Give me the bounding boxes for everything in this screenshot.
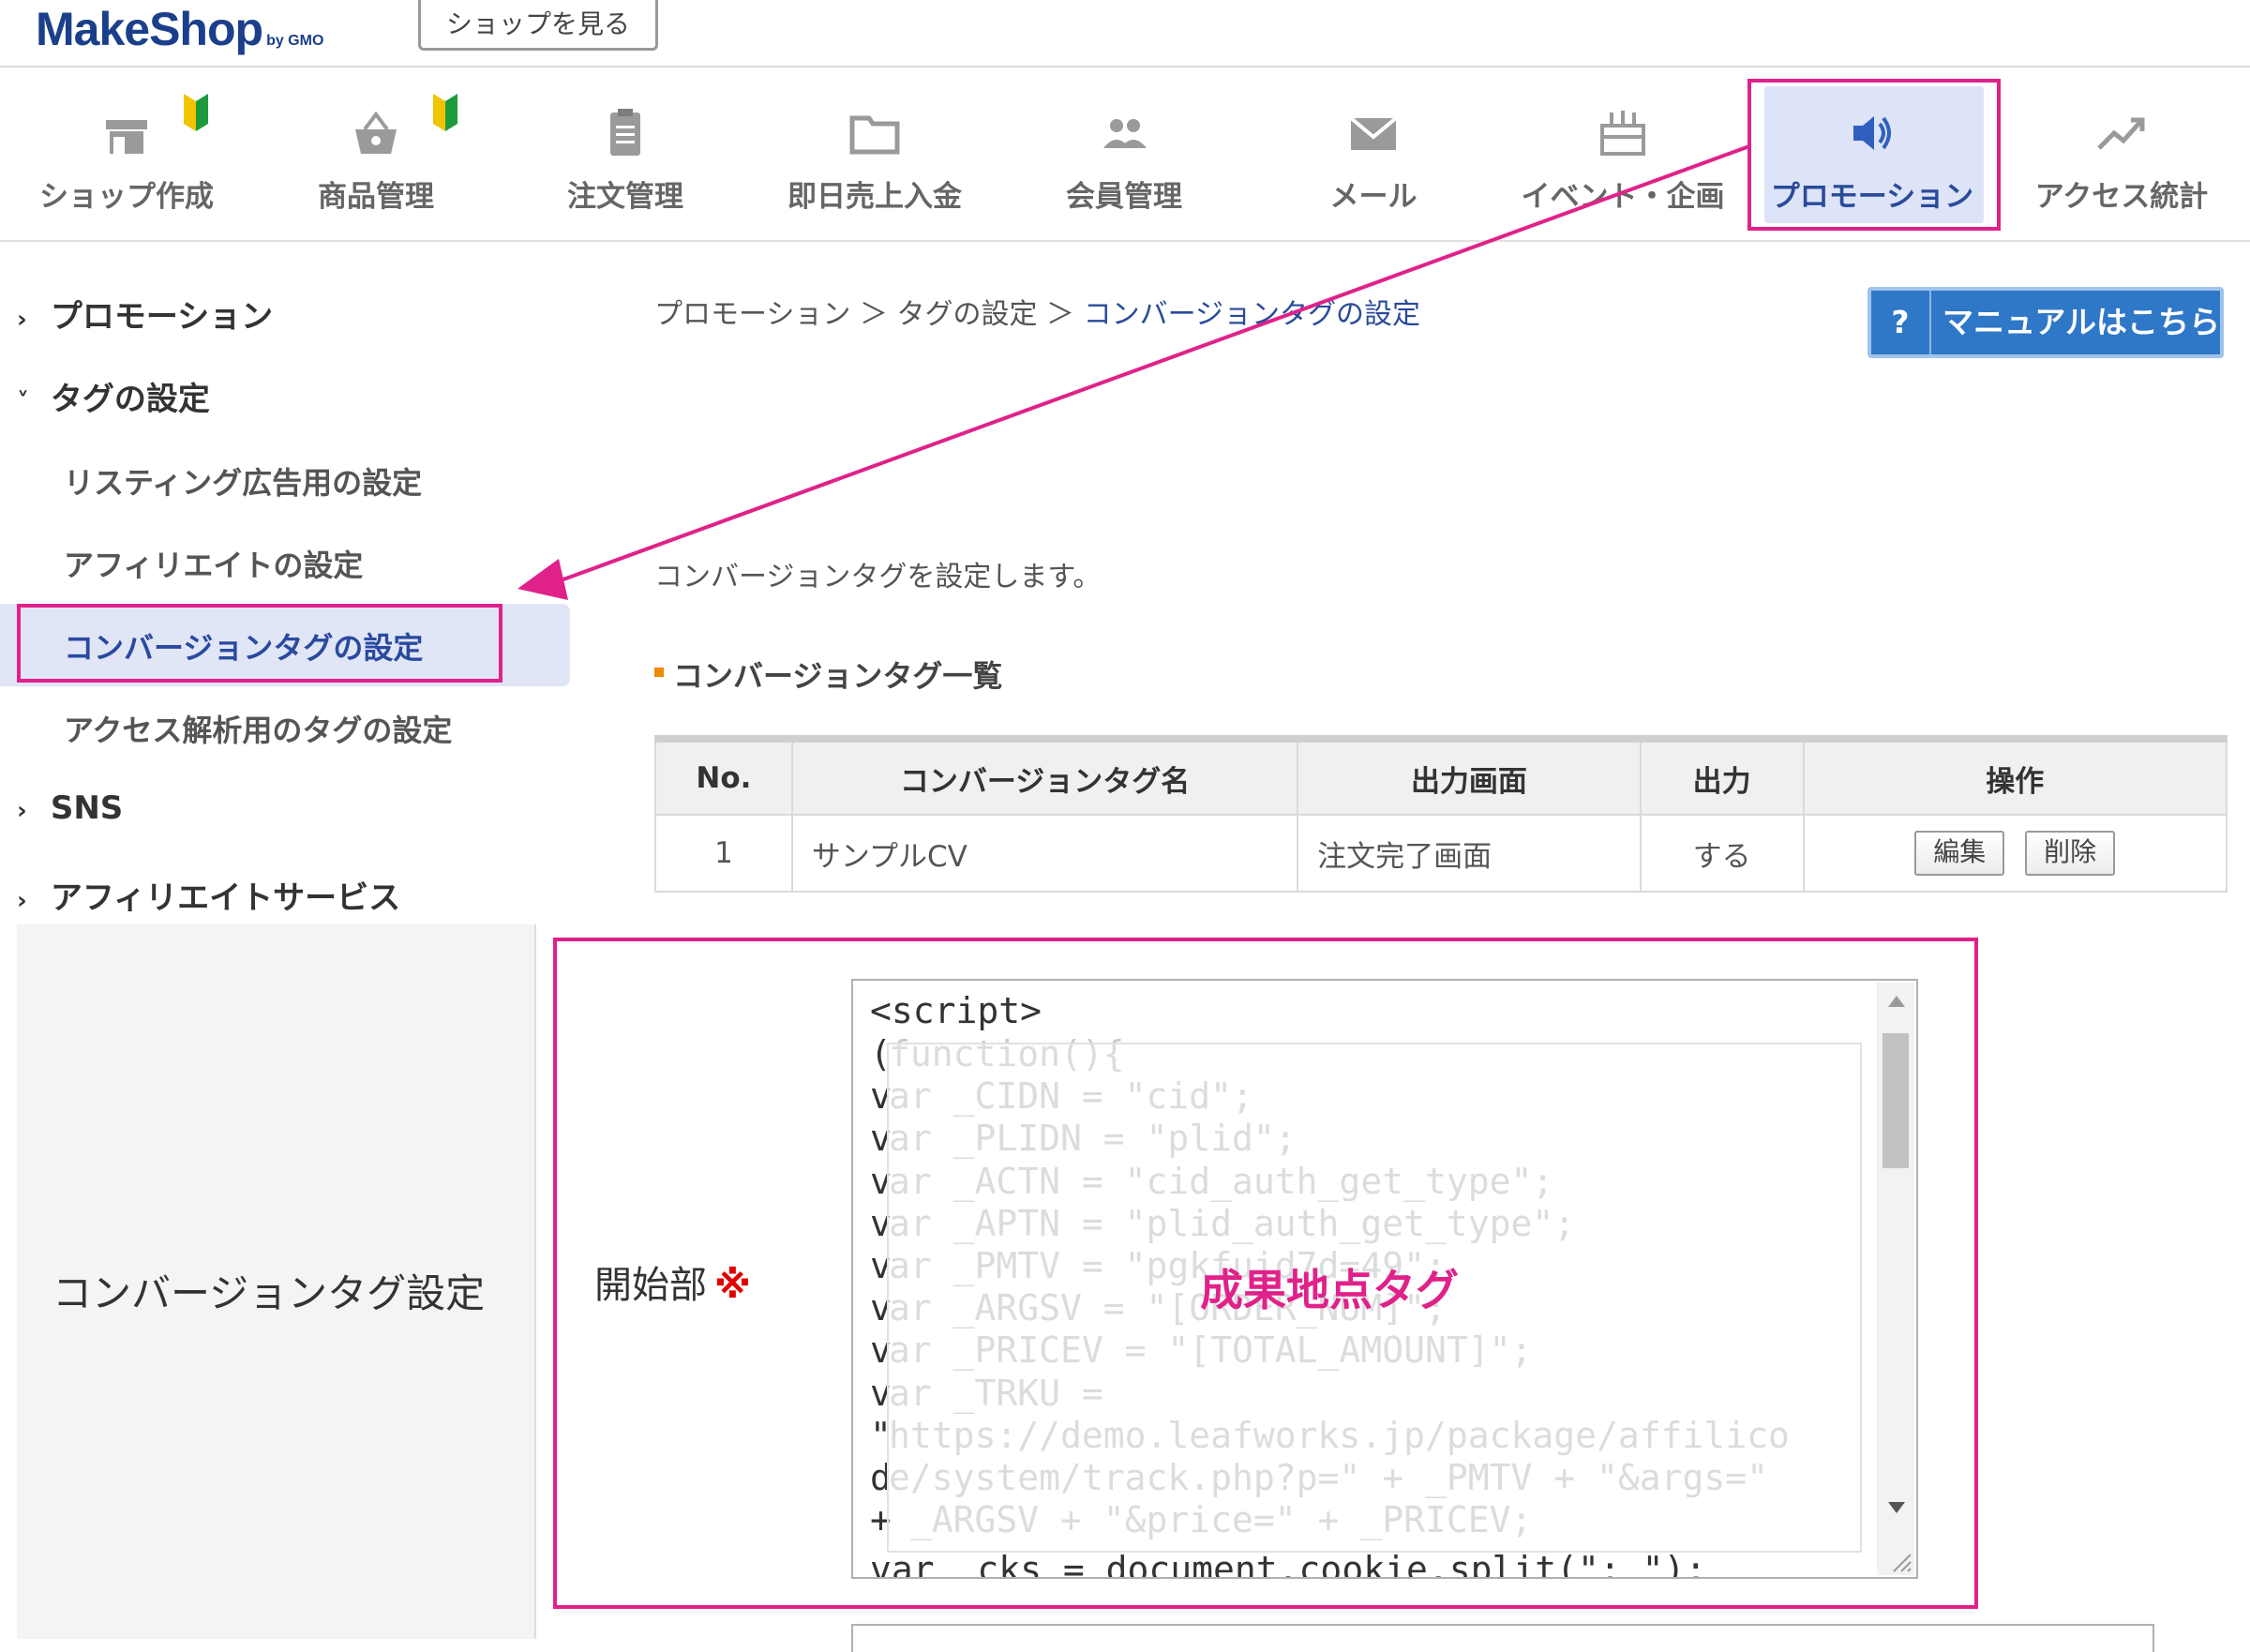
- table-header-row: No. コンバージョンタグ名 出力画面 出力 操作: [654, 738, 2228, 816]
- top-bar: MakeShop by GMO ショップを見る: [0, 0, 2250, 68]
- field-label-text: 開始部: [594, 1264, 707, 1307]
- list-title-text: コンバージョンタグ一覧: [673, 658, 1003, 694]
- scroll-down-arrow-icon[interactable]: [1888, 1502, 1905, 1513]
- textarea-scrollbar[interactable]: [1877, 983, 1914, 1575]
- sidebar-item-listing-ads[interactable]: リスティング広告用の設定: [64, 459, 422, 503]
- logo-text: MakeShop: [36, 3, 263, 55]
- gift-icon: [1600, 111, 1645, 156]
- table-row: 1 サンプルCV 注文完了画面 する 編集 削除: [654, 814, 2228, 893]
- breadcrumb-item[interactable]: プロモーション: [654, 298, 850, 331]
- nav-orders[interactable]: 注文管理: [501, 68, 750, 240]
- conversion-tag-table: No. コンバージョンタグ名 出力画面 出力 操作 1 サンプルCV 注文完了画…: [654, 735, 2228, 893]
- nav-members[interactable]: 会員管理: [999, 68, 1249, 240]
- breadcrumb-item[interactable]: タグの設定: [897, 298, 1038, 331]
- nav-mail[interactable]: メール: [1249, 68, 1498, 240]
- scroll-up-arrow-icon[interactable]: [1888, 996, 1905, 1007]
- list-title: コンバージョンタグ一覧: [654, 653, 1002, 696]
- chevron-right-icon: ›: [17, 797, 27, 825]
- column-header: No.: [654, 738, 793, 816]
- nav-same-day-sales[interactable]: 即日売上入金: [750, 68, 999, 240]
- trend-icon: [2097, 117, 2145, 150]
- scroll-thumb[interactable]: [1882, 1033, 1909, 1168]
- sidebar-section-label: SNS: [50, 789, 124, 827]
- required-mark: ※: [714, 1264, 751, 1307]
- main-nav: ショップ作成 商品管理 注文管理 即日売上入金 会員管理 メール イベント・企画…: [0, 68, 2250, 242]
- sidebar-section-affiliate-service[interactable]: › アフィリエイトサービス: [17, 872, 400, 918]
- annotation-label: 成果地点タグ: [1200, 1265, 1459, 1315]
- nav-label: 会員管理: [1066, 180, 1182, 214]
- bullet-square-icon: [654, 668, 664, 677]
- nav-products[interactable]: 商品管理: [251, 68, 501, 240]
- start-part-label: 開始部 ※: [594, 1254, 751, 1309]
- view-shop-button[interactable]: ショップを見る: [418, 0, 658, 51]
- column-header: 出力画面: [1297, 738, 1642, 816]
- cell-output: する: [1639, 814, 1805, 893]
- sidebar-section-label: アフィリエイトサービス: [50, 879, 401, 917]
- code-last-line: var _cks = document.cookie.split("; ");: [870, 1549, 1707, 1579]
- nav-label: プロモーション: [1770, 180, 1974, 214]
- cell-no: 1: [654, 814, 793, 893]
- nav-shop-create[interactable]: ショップ作成: [2, 68, 251, 240]
- chevron-right-icon: ›: [17, 306, 27, 334]
- nav-label: 注文管理: [567, 180, 683, 214]
- column-header: コンバージョンタグ名: [790, 738, 1299, 816]
- sidebar-section-tag-settings[interactable]: ˅ タグの設定: [17, 373, 210, 419]
- resize-handle-icon[interactable]: [1888, 1549, 1912, 1573]
- basket-icon: [355, 111, 397, 154]
- mail-icon: [1349, 116, 1398, 150]
- breadcrumb-current: コンバージョンタグの設定: [1083, 298, 1420, 331]
- folder-icon: [849, 115, 900, 155]
- next-textarea[interactable]: [851, 1624, 2154, 1652]
- sidebar-item-conversion-tag[interactable]: コンバージョンタグの設定: [64, 624, 423, 668]
- code-first-line: <script>: [870, 990, 1042, 1031]
- beginner-mark-icon: [433, 94, 458, 131]
- sidebar-section-promotion[interactable]: › プロモーション: [17, 291, 273, 337]
- breadcrumb-separator: ＞: [859, 298, 888, 331]
- members-icon: [1103, 119, 1147, 148]
- manual-button-label: マニュアルはこちら: [1942, 304, 2221, 340]
- cell-name: サンプルCV: [790, 814, 1299, 893]
- help-icon: ?: [1871, 291, 1931, 354]
- nav-label: 即日売上入金: [788, 180, 962, 214]
- sidebar-section-sns[interactable]: › SNS: [17, 789, 123, 827]
- form-section-label: コンバージョンタグ設定: [52, 1270, 486, 1316]
- nav-events[interactable]: イベント・企画: [1498, 68, 1748, 240]
- page-description: コンバージョンタグを設定します。: [654, 561, 1102, 593]
- nav-label: アクセス統計: [2034, 180, 2209, 214]
- manual-button[interactable]: ? マニュアルはこちら: [1868, 287, 2224, 358]
- beginner-mark-icon: [184, 94, 208, 131]
- logo-sub: by GMO: [266, 33, 324, 49]
- nav-access-stats[interactable]: アクセス統計: [1997, 68, 2246, 240]
- nav-label: メール: [1329, 180, 1418, 214]
- makeshop-logo[interactable]: MakeShop by GMO: [36, 2, 324, 55]
- chevron-right-icon: ›: [17, 887, 27, 915]
- nav-label: 商品管理: [318, 180, 434, 214]
- clipboard-icon: [610, 109, 640, 156]
- sidebar-section-label: タグの設定: [50, 381, 210, 418]
- column-header: 出力: [1639, 738, 1805, 816]
- breadcrumb: プロモーション ＞ タグの設定 ＞ コンバージョンタグの設定: [654, 291, 1420, 332]
- shop-icon: [106, 120, 147, 154]
- sidebar-item-access-analysis[interactable]: アクセス解析用のタグの設定: [64, 707, 452, 750]
- nav-label: イベント・企画: [1521, 180, 1725, 214]
- nav-label: ショップ作成: [39, 180, 214, 214]
- cell-screen: 注文完了画面: [1297, 814, 1642, 893]
- nav-promotion[interactable]: プロモーション: [1748, 68, 1997, 240]
- sidebar-item-affiliate[interactable]: アフィリエイトの設定: [64, 542, 363, 585]
- chevron-down-icon: ˅: [17, 388, 29, 416]
- breadcrumb-separator: ＞: [1046, 298, 1075, 331]
- megaphone-icon: [1853, 116, 1891, 150]
- sidebar-section-label: プロモーション: [50, 298, 274, 336]
- cell-actions: 編集 削除: [1802, 814, 2228, 893]
- column-header: 操作: [1802, 738, 2228, 816]
- edit-button[interactable]: 編集: [1914, 831, 2005, 876]
- delete-button[interactable]: 削除: [2025, 831, 2116, 876]
